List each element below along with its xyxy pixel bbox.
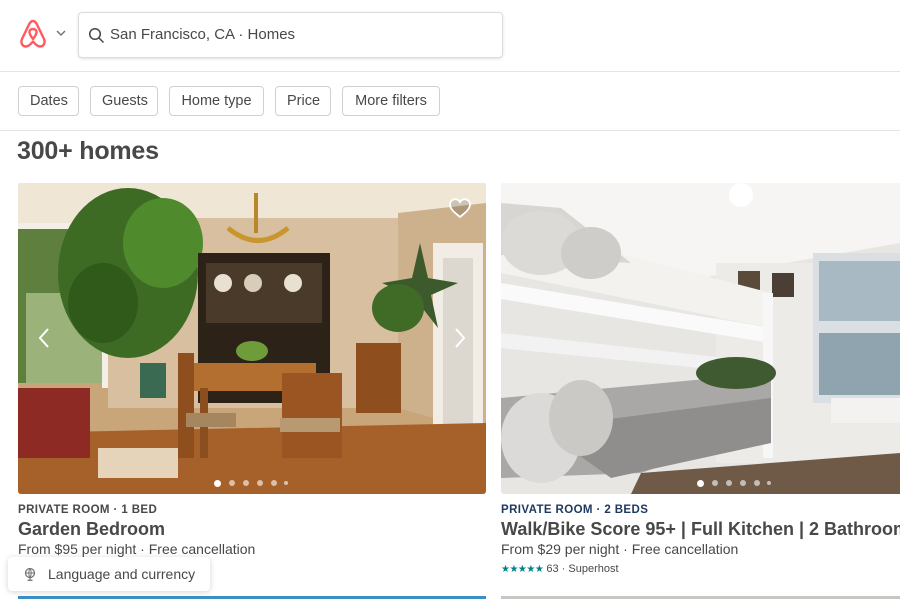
listing-photo[interactable] xyxy=(18,183,486,494)
carousel-dot[interactable] xyxy=(767,481,771,485)
guests-filter-button[interactable]: Guests xyxy=(90,86,158,116)
review-count: 63 · Superhost xyxy=(546,563,619,575)
language-currency-button[interactable]: Language and currency xyxy=(8,557,210,591)
carousel-dots xyxy=(697,479,777,488)
chevron-left-icon[interactable] xyxy=(36,326,52,350)
home-type-filter-button[interactable]: Home type xyxy=(169,86,264,116)
chevron-down-icon[interactable] xyxy=(55,28,67,38)
carousel-dot[interactable] xyxy=(243,480,249,486)
heart-icon[interactable] xyxy=(447,196,473,220)
carousel-dot[interactable] xyxy=(284,481,288,485)
carousel-dot[interactable] xyxy=(229,480,235,486)
language-currency-label: Language and currency xyxy=(48,566,196,582)
search-value: San Francisco, CA · Homes xyxy=(110,26,296,43)
rating-line: ★★★★★ 63 · Superhost xyxy=(501,563,619,575)
bunk-bed-photo xyxy=(501,183,900,494)
chevron-right-icon[interactable] xyxy=(452,326,468,350)
carousel-dot[interactable] xyxy=(726,480,732,486)
airbnb-logo-icon[interactable] xyxy=(18,18,48,50)
carousel-dot[interactable] xyxy=(712,480,718,486)
carousel-dot[interactable] xyxy=(257,480,263,486)
filter-bar: Dates Guests Home type Price More filter… xyxy=(0,72,900,131)
star-rating: ★★★★★ xyxy=(501,564,544,575)
top-header: San Francisco, CA · Homes xyxy=(0,0,900,72)
price-filter-button[interactable]: Price xyxy=(275,86,331,116)
price-line: From $95 per night · Free cancellation xyxy=(18,541,256,557)
search-icon xyxy=(88,27,105,44)
more-filters-button[interactable]: More filters xyxy=(342,86,440,116)
listing-photo[interactable] xyxy=(501,183,900,494)
room-type-label: PRIVATE ROOM · 2 BEDS xyxy=(501,504,649,516)
carousel-dot[interactable] xyxy=(754,480,760,486)
carousel-dots xyxy=(214,479,294,488)
carousel-dot[interactable] xyxy=(271,480,277,486)
results-heading: 300+ homes xyxy=(17,137,159,165)
dining-room-photo xyxy=(18,183,486,494)
listing-title[interactable]: Walk/Bike Score 95+ | Full Kitchen | 2 B… xyxy=(501,519,900,540)
carousel-dot[interactable] xyxy=(740,480,746,486)
room-type-label: PRIVATE ROOM · 1 BED xyxy=(18,504,158,516)
carousel-dot[interactable] xyxy=(697,479,704,487)
dates-filter-button[interactable]: Dates xyxy=(18,86,79,116)
listing-title[interactable]: Garden Bedroom xyxy=(18,519,165,540)
search-input[interactable]: San Francisco, CA · Homes xyxy=(78,12,503,58)
price-line: From $29 per night · Free cancellation xyxy=(501,541,739,557)
globe-icon xyxy=(24,567,36,581)
carousel-dot[interactable] xyxy=(214,479,221,487)
